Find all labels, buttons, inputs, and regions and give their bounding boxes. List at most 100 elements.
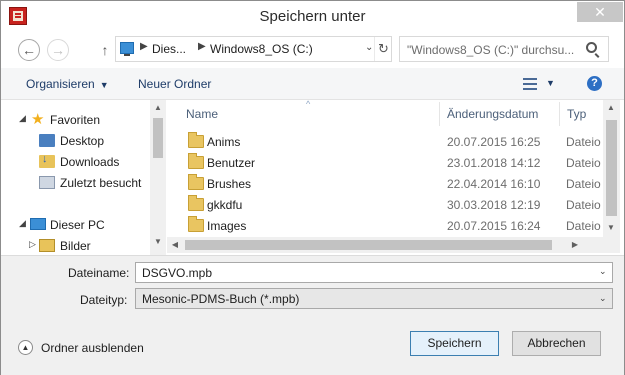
scroll-up-icon[interactable]: ▲	[603, 100, 619, 116]
nav-item-downloads[interactable]: Downloads	[1, 152, 149, 172]
search-placeholder: "Windows8_OS (C:)" durchsu...	[407, 43, 575, 57]
nav-scrollbar[interactable]: ▲ ▼	[150, 100, 166, 255]
nav-label: Desktop	[60, 134, 105, 148]
address-bar[interactable]: ▶ Dies... ▶ Windows8_OS (C:) ⌄ ↻	[115, 36, 392, 62]
nav-item-pictures[interactable]: ▷ Bilder	[1, 236, 149, 256]
file-date: 30.03.2018 12:19	[447, 198, 541, 212]
organize-menu-button[interactable]: Organisieren ▼	[26, 77, 109, 91]
table-row[interactable]: Images 20.07.2015 16:24 Dateio	[167, 215, 602, 236]
table-row[interactable]: Brushes 22.04.2014 16:10 Dateio	[167, 173, 602, 194]
star-icon: ★	[31, 111, 45, 128]
scroll-down-icon[interactable]: ▼	[603, 220, 619, 236]
filetype-select[interactable]: Mesonic-PDMS-Buch (*.mpb) ⌄	[135, 288, 613, 309]
breadcrumb-separator-icon[interactable]: ▶	[140, 41, 148, 52]
computer-icon	[120, 42, 134, 56]
file-name: Anims	[207, 135, 241, 149]
collapse-icon[interactable]: ▲	[18, 340, 33, 355]
scrollbar-thumb[interactable]	[153, 118, 163, 158]
file-type: Dateio	[566, 219, 601, 233]
column-divider[interactable]	[439, 102, 440, 126]
table-row[interactable]: Anims 20.07.2015 16:25 Dateio	[167, 131, 602, 152]
refresh-icon[interactable]: ↻	[374, 37, 392, 61]
save-form: Dateiname: ⌄ Dateityp: Mesonic-PDMS-Buch…	[1, 255, 624, 375]
expand-icon[interactable]: ◢	[19, 218, 26, 229]
scrollbar-thumb[interactable]	[606, 120, 617, 216]
nav-label: Downloads	[60, 155, 120, 169]
save-button[interactable]: Speichern	[410, 331, 499, 356]
column-header-type[interactable]: Typ	[567, 107, 586, 121]
filetype-value: Mesonic-PDMS-Buch (*.mpb)	[142, 292, 300, 306]
filetype-label: Dateityp:	[80, 293, 128, 307]
file-name: gkkdfu	[207, 198, 243, 212]
caret-down-icon: ▼	[99, 80, 109, 90]
nav-item-desktop[interactable]: Desktop	[1, 131, 149, 151]
command-toolbar: Organisieren ▼ Neuer Ordner ▼ ?	[1, 68, 624, 100]
scroll-right-icon[interactable]: ▶	[567, 237, 583, 253]
table-row[interactable]: Benutzer 23.01.2018 14:12 Dateio	[167, 152, 602, 173]
vertical-scrollbar[interactable]: ▲ ▼	[603, 100, 620, 237]
up-button[interactable]: ↑	[96, 39, 114, 61]
organize-label: Organisieren	[26, 77, 95, 91]
search-icon[interactable]	[586, 42, 597, 53]
computer-icon	[30, 218, 46, 230]
recent-places-icon	[39, 176, 55, 189]
folder-icon	[188, 153, 204, 169]
back-button[interactable]: ←	[18, 39, 40, 61]
file-list: Name ^ Änderungsdatum Typ Anims 20.07.20…	[167, 99, 624, 255]
file-date: 20.07.2015 16:24	[447, 219, 541, 233]
window-title: Speichern unter	[259, 8, 366, 25]
downloads-icon	[39, 153, 55, 168]
nav-item-recent[interactable]: Zuletzt besucht	[1, 173, 149, 193]
folder-icon	[188, 174, 204, 190]
scroll-down-icon[interactable]: ▼	[150, 234, 166, 250]
nav-label: Bilder	[60, 239, 91, 253]
folder-icon	[188, 195, 204, 211]
search-input[interactable]: "Windows8_OS (C:)" durchsu...	[399, 36, 609, 62]
breadcrumb-drive[interactable]: Windows8_OS (C:)	[210, 42, 313, 56]
file-date: 20.07.2015 16:25	[447, 135, 541, 149]
file-date: 23.01.2018 14:12	[447, 156, 541, 170]
nav-group-favorites[interactable]: ◢ ★ Favoriten	[1, 110, 149, 130]
filename-field[interactable]	[135, 262, 613, 283]
file-name: Benutzer	[207, 156, 256, 170]
view-options-icon[interactable]	[523, 78, 537, 90]
nav-label: Zuletzt besucht	[60, 176, 142, 190]
file-type: Dateio	[566, 135, 601, 149]
scrollbar-thumb[interactable]	[185, 240, 552, 250]
scroll-up-icon[interactable]: ▲	[150, 100, 166, 116]
collapsed-expander-icon[interactable]: ▷	[29, 239, 36, 250]
breadcrumb-separator-icon[interactable]: ▶	[198, 41, 206, 52]
breadcrumb-this-pc[interactable]: Dies...	[152, 42, 186, 56]
close-button[interactable]: ✕	[577, 2, 623, 22]
scroll-left-icon[interactable]: ◀	[167, 237, 183, 253]
filename-label: Dateiname:	[68, 266, 130, 280]
nav-group-this-pc[interactable]: ◢ Dieser PC	[1, 215, 149, 235]
chevron-down-icon[interactable]: ⌄	[599, 293, 607, 304]
forward-button[interactable]: →	[47, 39, 69, 61]
sort-ascending-icon: ^	[306, 99, 311, 109]
file-name: Brushes	[207, 177, 252, 191]
file-date: 22.04.2014 16:10	[447, 177, 541, 191]
column-header-date[interactable]: Änderungsdatum	[447, 107, 538, 121]
file-type: Dateio	[566, 156, 601, 170]
expand-icon[interactable]: ◢	[19, 113, 26, 124]
hide-folders-label[interactable]: Ordner ausblenden	[41, 341, 144, 355]
file-name: Images	[207, 219, 247, 233]
column-header-name[interactable]: Name	[186, 107, 218, 121]
navigation-pane: ◢ ★ Favoriten Desktop Downloads Zuletzt …	[1, 100, 166, 255]
new-folder-button[interactable]: Neuer Ordner	[138, 77, 211, 91]
horizontal-scrollbar[interactable]: ◀ ▶	[167, 237, 620, 253]
chevron-down-icon[interactable]: ⌄	[599, 266, 607, 277]
file-type: Dateio	[566, 198, 601, 212]
caret-down-icon[interactable]: ▼	[546, 78, 555, 88]
folder-icon	[188, 216, 204, 232]
file-type: Dateio	[566, 177, 601, 191]
desktop-icon	[39, 134, 55, 147]
column-divider[interactable]	[559, 102, 560, 126]
nav-label: Dieser PC	[50, 218, 105, 232]
nav-label: Favoriten	[50, 113, 101, 127]
cancel-button[interactable]: Abbrechen	[512, 331, 601, 356]
table-row[interactable]: gkkdfu 30.03.2018 12:19 Dateio	[167, 194, 602, 215]
chevron-down-icon[interactable]: ⌄	[365, 42, 373, 53]
help-icon[interactable]: ?	[587, 76, 602, 91]
